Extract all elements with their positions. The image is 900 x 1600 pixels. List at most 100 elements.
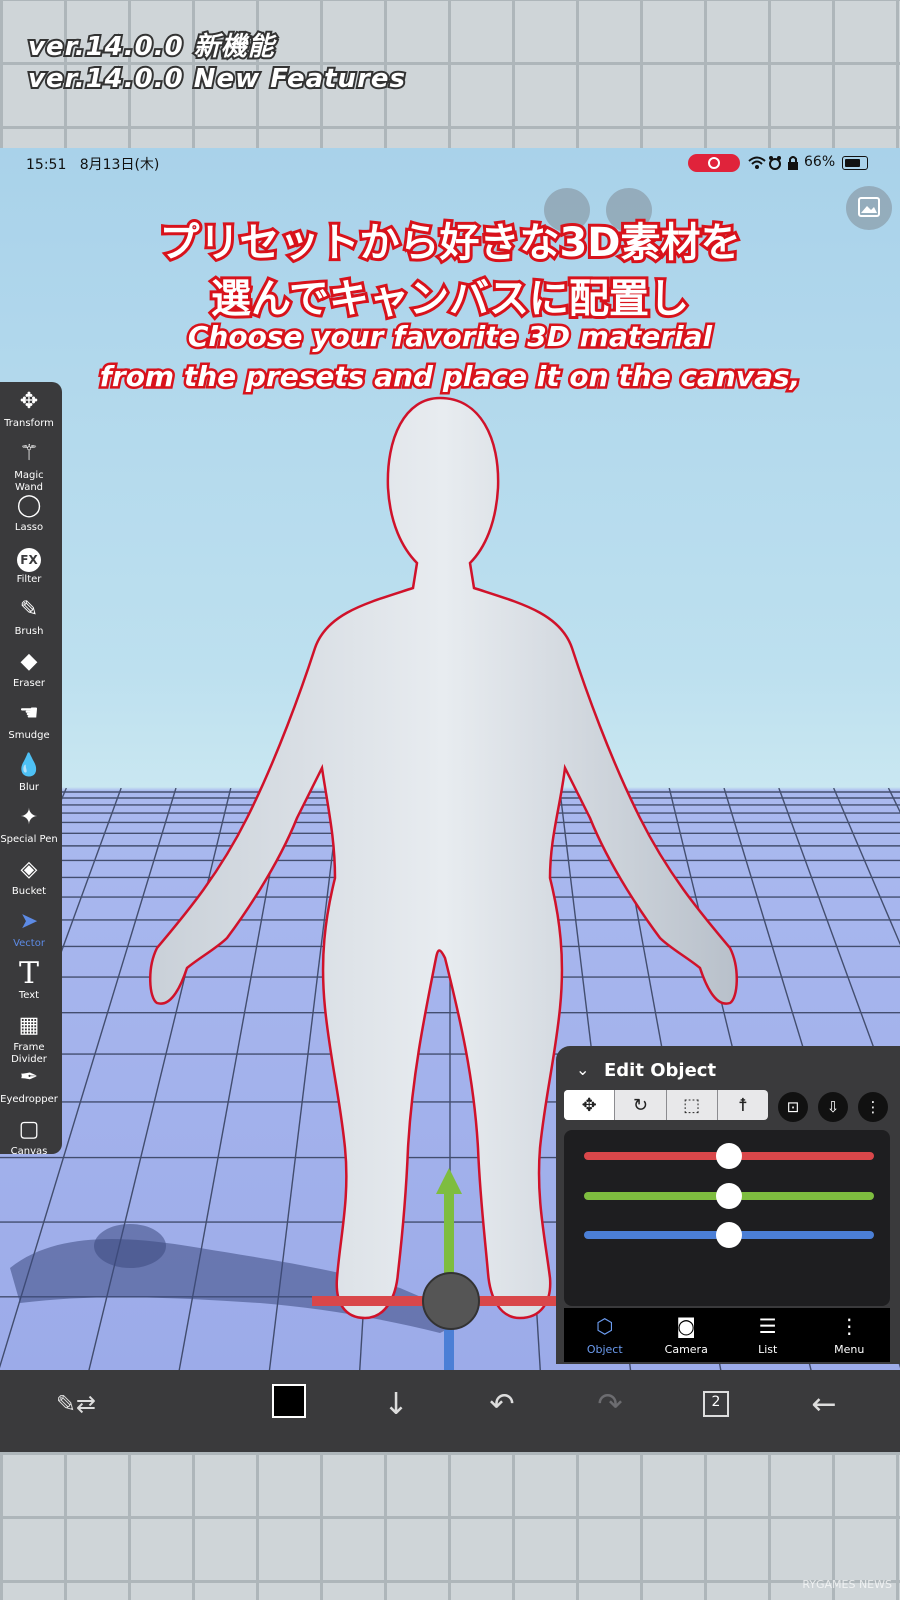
tool-vector[interactable]: ➤ Vector: [0, 906, 58, 957]
status-date: 8月13日(木): [79, 157, 160, 173]
rotate-icon: ↻: [632, 1094, 648, 1116]
import-button[interactable]: ⇩: [818, 1092, 848, 1122]
tool-magic-wand[interactable]: ⚚ Magic Wand: [0, 438, 58, 493]
fx-icon: FX: [0, 542, 58, 574]
tool-eraser[interactable]: ◆ Eraser: [0, 646, 58, 697]
header-version-jp: ver.14.0.0 新機能: [26, 30, 276, 64]
tool-canvas[interactable]: ▢ Canvas: [0, 1114, 58, 1165]
more-vertical-icon: ⋮: [865, 1098, 881, 1116]
chevron-down-icon[interactable]: ⌄: [576, 1060, 589, 1079]
tool-lasso[interactable]: ◯ Lasso: [0, 490, 58, 541]
tab-list[interactable]: ☰ List: [727, 1308, 809, 1362]
status-time: 15:51 8月13日(木): [26, 157, 160, 173]
gizmo-center-handle[interactable]: [422, 1272, 480, 1330]
layer-down-button[interactable]: ↓: [366, 1384, 426, 1424]
edit-object-panel: ⌄ Edit Object ✥ ↻ ⬚ ☨ ⊡ ⇩ ⋮ ⬡ Object ◙ Cam…: [556, 1046, 900, 1364]
caption-jp-line2: 選んでキャンバスに配置し: [208, 273, 692, 325]
tool-blur[interactable]: 💧 Blur: [0, 750, 58, 801]
camera-icon: ◙: [676, 1314, 696, 1338]
redo-button[interactable]: ↷: [580, 1384, 640, 1424]
slider-knob[interactable]: [716, 1143, 742, 1169]
cube-icon: ⬡: [596, 1314, 614, 1338]
tool-brush[interactable]: ✎ Brush: [0, 594, 58, 645]
move-arrows-icon: ✥: [581, 1094, 597, 1116]
focus-button[interactable]: ⊡: [778, 1092, 808, 1122]
layer-count: 2: [711, 1394, 721, 1410]
tab-object[interactable]: ⬡ Object: [564, 1308, 646, 1362]
canvas-icon: ▢: [18, 1117, 40, 1142]
tool-transform[interactable]: ✥ Transform: [0, 386, 58, 437]
footer-grid-background: [0, 1452, 900, 1600]
app-screen: 15:51 8月13日(木) 66% プリセットから好きな3D素材を 選んでキャ…: [0, 148, 900, 1452]
slider-knob[interactable]: [716, 1222, 742, 1248]
more-options-button[interactable]: ⋮: [858, 1092, 888, 1122]
status-bar: 15:51 8月13日(木) 66%: [0, 148, 900, 178]
eyedropper-icon: ✒: [19, 1065, 39, 1090]
battery-percent: 66%: [804, 154, 836, 170]
sparkle-pen-icon: ✦: [19, 805, 39, 830]
move-arrows-icon: ✥: [19, 389, 39, 414]
gizmo-z-axis[interactable]: [444, 1328, 454, 1372]
y-axis-slider[interactable]: [584, 1183, 874, 1209]
panel-title: Edit Object: [604, 1060, 717, 1081]
tool-filter[interactable]: FX Filter: [0, 542, 58, 593]
left-toolbar: ✥ Transform ⚚ Magic Wand ◯ Lasso FX Filter ✎…: [0, 382, 62, 1157]
tool-text[interactable]: T Text: [0, 958, 58, 1009]
brush-eraser-toggle-button[interactable]: ✎⇄: [46, 1384, 106, 1424]
transform-mode-segmented-control: ✥ ↻ ⬚ ☨: [564, 1090, 768, 1120]
focus-icon: ⊡: [786, 1098, 800, 1116]
text-icon: T: [18, 956, 39, 991]
vector-cursor-icon: ➤: [19, 909, 39, 934]
move-mode-button[interactable]: ✥: [564, 1090, 615, 1120]
battery-icon: [842, 156, 868, 170]
undo-button[interactable]: ↶: [472, 1384, 532, 1424]
tool-special-pen[interactable]: ✦ Special Pen: [0, 802, 58, 853]
tab-camera[interactable]: ◙ Camera: [646, 1308, 728, 1362]
redo-icon: ↷: [597, 1386, 623, 1422]
rotate-mode-button[interactable]: ↻: [614, 1090, 665, 1120]
color-swatch-button[interactable]: [272, 1384, 306, 1418]
scale-mode-button[interactable]: ⬚: [665, 1090, 717, 1120]
gizmo-y-arrow[interactable]: [436, 1168, 462, 1194]
caption-en-line1: Choose your favorite 3D material: [185, 318, 714, 356]
scale-icon: ⬚: [683, 1094, 701, 1116]
slider-knob[interactable]: [716, 1183, 742, 1209]
lock-rotation-icon: [788, 156, 798, 170]
tab-menu[interactable]: ⋮ Menu: [809, 1308, 891, 1362]
layers-button[interactable]: 2: [686, 1384, 746, 1424]
tool-smudge[interactable]: ☚ Smudge: [0, 698, 58, 749]
brush-icon: ✎: [19, 597, 39, 622]
header-version-en: ver.14.0.0 New Features: [26, 62, 407, 96]
screen-record-indicator: [688, 154, 740, 172]
undo-icon: ↶: [489, 1386, 515, 1422]
alarm-icon: [769, 156, 781, 170]
axis-sliders: [564, 1130, 890, 1306]
eraser-icon: ◆: [20, 649, 38, 674]
frame-divider-icon: ▦: [18, 1013, 40, 1038]
brush-swap-icon: ✎⇄: [55, 1390, 97, 1418]
z-axis-slider[interactable]: [584, 1222, 874, 1248]
wifi-icon: [748, 156, 766, 169]
caption-en-line2: from the presets and place it on the can…: [97, 358, 803, 396]
tool-bucket[interactable]: ◈ Bucket: [0, 854, 58, 905]
import-icon: ⇩: [826, 1098, 840, 1116]
bucket-icon: ◈: [20, 857, 38, 882]
tool-eyedropper[interactable]: ✒ Eyedropper: [0, 1062, 58, 1113]
watermark: RYGAMES NEWS: [802, 1578, 892, 1591]
more-vertical-icon: ⋮: [839, 1314, 860, 1338]
arrow-left-icon: ←: [811, 1386, 837, 1422]
caption-jp-line1: プリセットから好きな3D素材を: [156, 217, 743, 269]
back-button[interactable]: ←: [794, 1384, 854, 1424]
list-icon: ☰: [758, 1314, 777, 1338]
arrow-down-icon: ↓: [383, 1386, 409, 1422]
drop-icon: 💧: [15, 753, 43, 778]
tool-frame-divider[interactable]: ▦ Frame Divider: [0, 1010, 58, 1065]
layers-icon: 2: [703, 1391, 729, 1417]
pose-mode-button[interactable]: ☨: [716, 1090, 768, 1120]
magic-wand-icon: ⚚: [19, 441, 39, 466]
panel-tab-bar: ⬡ Object ◙ Camera ☰ List ⋮ Menu: [564, 1308, 890, 1362]
x-axis-slider[interactable]: [584, 1143, 874, 1169]
lasso-icon: ◯: [16, 493, 42, 518]
smudge-icon: ☚: [19, 701, 39, 726]
bottom-toolbar: ✎⇄ ↓ ↶ ↷ 2 ←: [0, 1370, 900, 1452]
